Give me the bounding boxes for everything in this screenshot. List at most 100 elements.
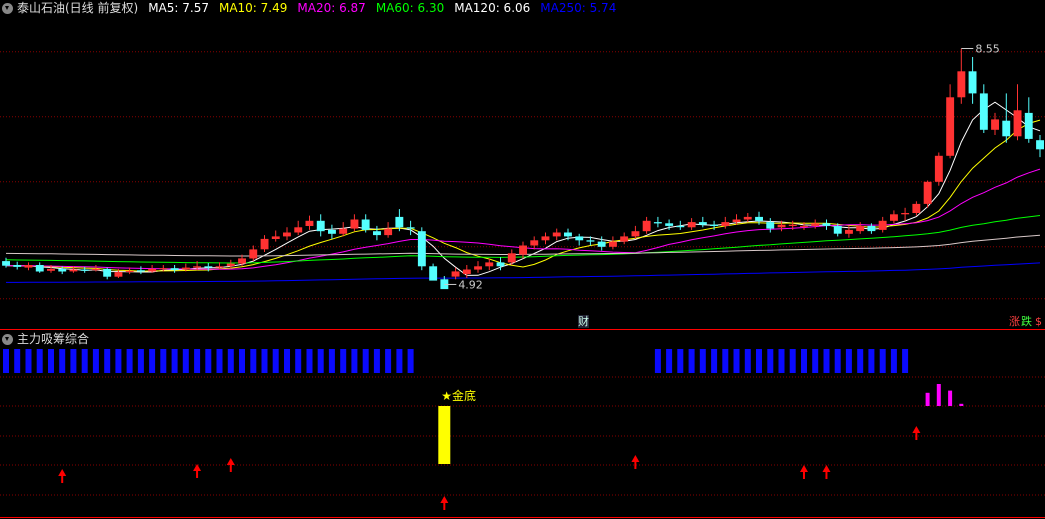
candle-body: [867, 225, 876, 232]
buy-arrow-icon: [193, 464, 202, 478]
blue-absorption-bar: [239, 349, 245, 373]
indicator-panel: ★金底: [3, 349, 964, 510]
candle: [766, 218, 775, 233]
candle-body: [316, 220, 325, 232]
candle-body: [676, 225, 685, 228]
candle-body: [507, 253, 516, 263]
chevron-down-icon[interactable]: [2, 333, 13, 345]
candle: [575, 233, 584, 246]
arrow-head: [193, 464, 202, 471]
candlesticks: [2, 48, 1044, 290]
blue-absorption-bar: [688, 349, 695, 373]
candle-body: [991, 119, 999, 130]
candle: [1036, 135, 1044, 158]
candle-body: [451, 271, 460, 277]
candle: [957, 48, 966, 104]
blue-absorption-bar: [767, 349, 774, 373]
candle-body: [901, 213, 910, 215]
candle-body: [878, 220, 887, 230]
arrow-head: [799, 465, 808, 472]
candle-body: [485, 262, 494, 267]
blue-absorption-bar: [149, 349, 156, 373]
candle-body: [283, 232, 291, 237]
candle-body: [92, 268, 100, 271]
blue-absorption-bar: [227, 349, 234, 373]
candle-body: [1036, 140, 1044, 150]
candle-body: [350, 219, 359, 229]
buy-arrow-icon: [440, 496, 449, 510]
magenta-signal-bar: [959, 403, 964, 406]
blue-absorption-bar: [778, 349, 785, 373]
financial-report-badge[interactable]: 财: [578, 315, 589, 328]
candle-body: [743, 216, 752, 220]
candle: [968, 57, 977, 104]
blue-absorption-bar: [92, 349, 99, 373]
candle-body: [114, 272, 123, 277]
candle: [631, 225, 640, 239]
blue-absorption-bar: [216, 349, 223, 373]
blue-absorption-bar: [812, 349, 819, 373]
candle-body: [800, 225, 808, 227]
candle-body: [47, 268, 55, 271]
blue-absorption-bar: [879, 349, 886, 373]
candle: [743, 213, 752, 223]
limit-up-badge[interactable]: 涨: [1009, 315, 1020, 328]
candle: [878, 216, 887, 233]
blue-absorption-bar: [137, 349, 144, 373]
candle-body: [564, 232, 572, 237]
candle-body: [777, 224, 786, 228]
candle-body: [215, 266, 224, 268]
candle-body: [710, 224, 718, 226]
blue-absorption-bar: [823, 349, 830, 373]
candle-body: [417, 231, 426, 267]
candle: [350, 214, 359, 232]
candle: [361, 214, 370, 233]
candle-body: [642, 220, 651, 232]
dollar-badge[interactable]: $: [1035, 315, 1042, 328]
blue-absorption-bar: [81, 349, 88, 373]
candle-body: [755, 216, 763, 221]
limit-down-badge[interactable]: 跌: [1021, 315, 1032, 328]
candle-body: [271, 236, 280, 239]
candle-body: [519, 245, 527, 255]
candle-body: [653, 222, 662, 224]
candle: [979, 84, 988, 133]
candle: [316, 214, 325, 237]
candle: [519, 241, 527, 259]
candle-body: [103, 268, 112, 277]
candle-body: [294, 227, 303, 233]
ma60-label: MA60: 6.30: [375, 1, 445, 15]
blue-absorption-bar: [654, 349, 661, 373]
candle-body: [586, 240, 595, 242]
stock-chart[interactable]: 8.55 4.92 ★金底: [0, 0, 1045, 519]
arrow-head: [912, 426, 921, 433]
blue-absorption-bar: [666, 349, 673, 373]
candle-body: [530, 240, 539, 246]
candle-body: [204, 266, 213, 268]
candle-body: [620, 236, 629, 242]
buy-arrow-icon: [58, 469, 67, 483]
candle: [35, 262, 44, 273]
blue-absorption-bar: [340, 349, 347, 373]
candle-body: [923, 181, 932, 204]
blue-absorption-bar: [373, 349, 380, 373]
ma10-label: MA10: 7.49: [218, 1, 288, 15]
candle-body: [406, 227, 415, 229]
blue-absorption-bar: [104, 349, 111, 373]
ma250-line: [6, 262, 1041, 283]
ma5-label: MA5: 7.57: [148, 1, 209, 15]
candle-body: [575, 236, 584, 241]
candle-body: [148, 268, 157, 272]
candle: [373, 225, 381, 241]
gold-bottom-bar: [438, 406, 451, 464]
blue-absorption-bar: [284, 349, 290, 373]
chevron-down-icon[interactable]: [2, 2, 13, 14]
buy-arrow-icon: [226, 458, 235, 472]
blue-absorption-bar: [25, 349, 32, 373]
candle-body: [890, 214, 898, 221]
ma250-label: MA250: 5.74: [540, 1, 617, 15]
blue-absorption-bar: [126, 349, 133, 373]
candle-body: [833, 225, 842, 234]
candle-body: [856, 225, 865, 232]
candle-body: [609, 241, 617, 247]
